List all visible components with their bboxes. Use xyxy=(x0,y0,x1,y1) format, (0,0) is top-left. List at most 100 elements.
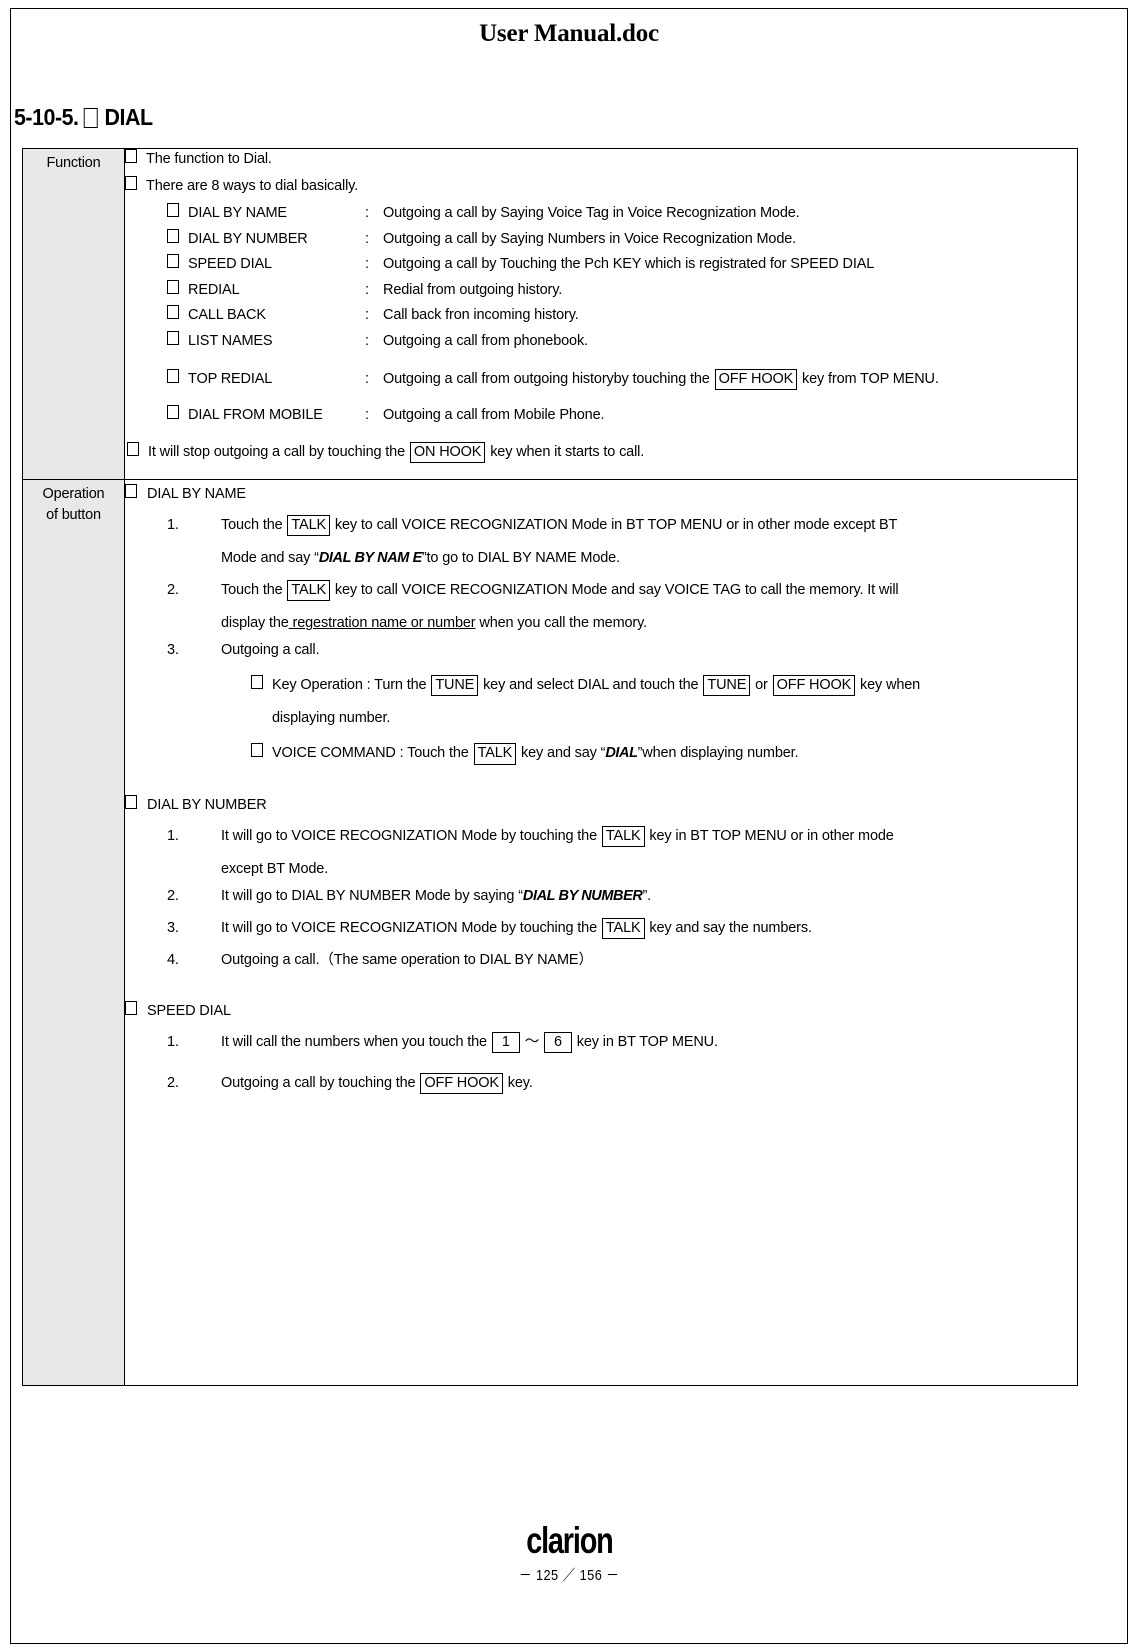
step-text: Outgoing a call.（The same operation to D… xyxy=(221,951,593,968)
step-item: It will go to VOICE RECOGNIZATION Mode b… xyxy=(163,917,1077,939)
method-colon: : xyxy=(365,256,369,273)
function-intro-2-text: There are 8 ways to dial basically. xyxy=(146,178,359,195)
key-op-c: or xyxy=(755,677,768,694)
dbn-step2-before: It will go to DIAL BY NUMBER Mode by say… xyxy=(221,887,523,904)
step2-c-after: when you call the memory. xyxy=(475,615,648,632)
sub-item-colon: : xyxy=(366,677,371,694)
row-label-operation-line1: Operation xyxy=(42,486,105,502)
method-description: Call back fron incoming history. xyxy=(383,307,579,324)
section-number: 5-10-5. xyxy=(14,104,79,130)
step-text: Touch the TALK key to call VOICE RECOGNI… xyxy=(221,515,1077,537)
method-colon: : xyxy=(365,370,369,387)
operation-heading-text: DIAL BY NAME xyxy=(147,486,246,502)
step-text-cont: Mode and say “DIAL BY NAM E”to go to DIA… xyxy=(221,548,1077,569)
method-description: Outgoing a call by Touching the Pch KEY … xyxy=(383,256,875,273)
stop-note-before: It will stop outgoing a call by touching… xyxy=(148,443,405,460)
method-name: LIST NAMES xyxy=(188,332,273,349)
method-name: DIAL BY NAME xyxy=(188,205,287,222)
method-colon: : xyxy=(365,205,369,222)
key-on-hook: ON HOOK xyxy=(409,441,486,463)
step-item: Touch the TALK key to call VOICE RECOGNI… xyxy=(163,580,1077,634)
method-name: DIAL BY NUMBER xyxy=(188,230,308,247)
function-method-item: DIAL BY NUMBER : Outgoing a call by Sayi… xyxy=(167,228,1077,250)
method-name: TOP REDIAL xyxy=(188,370,273,387)
row-label-operation: Operation of button xyxy=(22,479,125,1386)
step-item: Outgoing a call by touching the OFF HOOK… xyxy=(163,1073,1077,1094)
page-footer: clarion － 125 ／ 156 － xyxy=(0,1520,1138,1585)
sd-step1-b: key in BT TOP MENU. xyxy=(576,1033,718,1050)
checkbox-icon xyxy=(251,675,263,690)
function-intro-1: The function to Dial. xyxy=(125,149,1077,170)
checkbox-icon xyxy=(125,484,137,498)
checkbox-icon xyxy=(167,279,179,294)
checkbox-icon xyxy=(84,107,99,128)
step-item: Touch the TALK key to call VOICE RECOGNI… xyxy=(163,515,1077,569)
checkbox-icon xyxy=(167,228,179,243)
key-tune: TUNE xyxy=(431,675,479,697)
dbn-step1-b: key in BT TOP MENU or in other mode xyxy=(649,827,894,844)
function-method-item: DIAL BY NAME : Outgoing a call by Saying… xyxy=(167,203,1077,224)
operation-content: DIAL BY NAME Touch the TALK key to call … xyxy=(124,479,1078,1386)
stop-note-text: It will stop outgoing a call by touching… xyxy=(148,441,644,463)
sub-item-name: VOICE COMMAND xyxy=(272,745,396,762)
key-talk: TALK xyxy=(601,917,645,939)
row-label-function: Function xyxy=(22,148,125,480)
step1-a: Touch the xyxy=(221,517,283,534)
method-description: Outgoing a call by Saying Numbers in Voi… xyxy=(383,230,797,247)
method-colon: : xyxy=(365,230,369,247)
section-title: DIAL xyxy=(104,104,154,130)
key-number-6: 6 xyxy=(543,1031,572,1054)
checkbox-icon xyxy=(125,1000,137,1015)
key-op-d: key when xyxy=(860,677,921,694)
key-op-a: Turn the xyxy=(374,677,427,694)
key-op-e: displaying number. xyxy=(272,710,391,727)
tilde-separator: ～ xyxy=(524,1033,540,1050)
step-item: It will call the numbers when you touch … xyxy=(163,1031,1077,1054)
key-off-hook: OFF HOOK xyxy=(714,368,798,390)
key-talk: TALK xyxy=(473,743,517,765)
function-stop-note: It will stop outgoing a call by touching… xyxy=(127,441,1077,463)
clarion-logo: clarion xyxy=(525,1520,614,1561)
sd-step2-b: key. xyxy=(507,1075,533,1092)
key-off-hook: OFF HOOK xyxy=(420,1073,503,1095)
checkbox-icon xyxy=(125,794,137,809)
top-redial-desc-before: Outgoing a call from outgoing historyby … xyxy=(383,370,710,387)
method-description: Outgoing a call from phonebook. xyxy=(383,332,588,349)
sub-item-name: Key Operation xyxy=(272,677,363,694)
voice-cmd-b-after: ”when displaying number. xyxy=(637,745,799,762)
operation-heading-text: DIAL BY NUMBER xyxy=(147,796,267,813)
checkbox-icon xyxy=(127,441,139,456)
step1-b: key to call VOICE RECOGNIZATION Mode in … xyxy=(334,517,898,534)
key-op-b: key and select DIAL and touch the xyxy=(483,677,699,694)
checkbox-icon xyxy=(251,743,263,758)
sub-item-colon: : xyxy=(399,745,404,762)
function-method-item: LIST NAMES : Outgoing a call from phoneb… xyxy=(167,330,1077,352)
dial-by-name-steps: Touch the TALK key to call VOICE RECOGNI… xyxy=(163,515,1077,765)
operation-heading-dial-by-name: DIAL BY NAME xyxy=(125,484,1077,505)
row-label-function-text: Function xyxy=(46,155,101,171)
function-method-item: REDIAL : Redial from outgoing history. xyxy=(167,279,1077,301)
step-item: It will go to VOICE RECOGNIZATION Mode b… xyxy=(163,825,1077,880)
checkbox-icon xyxy=(125,176,137,191)
document-page: User Manual.doc 5-10-5. DIAL Function Th… xyxy=(0,0,1138,1652)
checkbox-icon xyxy=(167,254,179,269)
method-name: CALL BACK xyxy=(188,307,266,324)
sub-item-key-operation: Key Operation : Turn the TUNE key and se… xyxy=(251,675,1077,729)
function-intro-2: There are 8 ways to dial basically. xyxy=(125,176,1077,197)
step2-b: key to call VOICE RECOGNIZATION Mode and… xyxy=(334,582,899,599)
row-label-operation-text: Operation of button xyxy=(23,480,124,530)
function-method-item-dial-from-mobile: DIAL FROM MOBILE : Outgoing a call from … xyxy=(167,404,1077,426)
sd-step1-a: It will call the numbers when you touch … xyxy=(221,1033,487,1050)
step-text: Touch the TALK key to call VOICE RECOGNI… xyxy=(221,580,1077,602)
key-talk: TALK xyxy=(287,515,331,537)
method-description: Redial from outgoing history. xyxy=(383,281,563,298)
voice-cmd-a: Touch the xyxy=(407,745,469,762)
operation-heading-dial-by-number: DIAL BY NUMBER xyxy=(125,794,1077,816)
voice-command-phrase: DIAL BY NAM E xyxy=(318,550,422,567)
document-header-title: User Manual.doc xyxy=(479,20,659,47)
method-colon: : xyxy=(365,281,369,298)
checkbox-icon xyxy=(125,149,137,163)
method-colon: : xyxy=(365,406,369,423)
voice-command-phrase: DIAL BY NUMBER xyxy=(522,887,643,904)
registration-name-or-number: regestration name or number xyxy=(288,615,476,632)
